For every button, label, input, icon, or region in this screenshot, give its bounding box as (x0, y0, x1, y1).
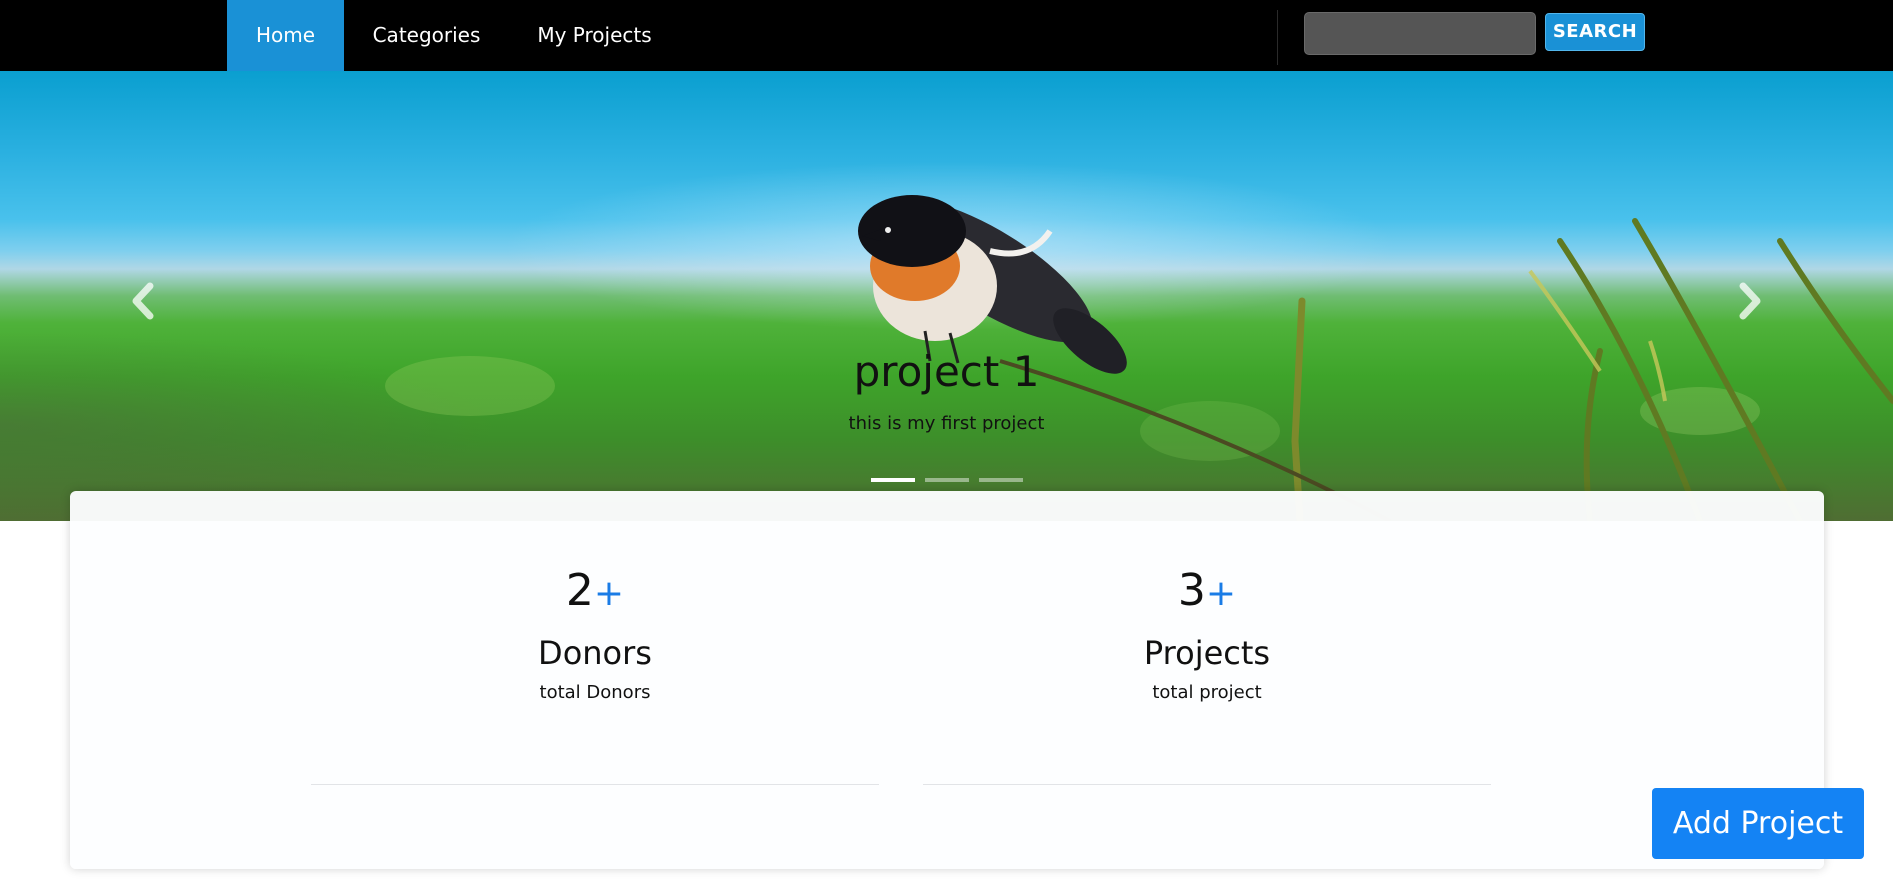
stat-projects: 3+ Projects total project (923, 566, 1491, 704)
stat-donors: 2+ Donors total Donors (311, 566, 879, 704)
chevron-left-icon (132, 282, 154, 320)
carousel-prev-button[interactable] (112, 271, 172, 331)
plus-icon: + (593, 573, 625, 614)
stat-donors-divider (311, 784, 879, 785)
search-button[interactable]: SEARCH (1545, 13, 1645, 51)
chevron-right-icon (1739, 282, 1761, 320)
nav-home[interactable]: Home (227, 0, 344, 71)
slide-title: project 1 (853, 347, 1040, 396)
stat-donors-subtitle: total Donors (539, 682, 651, 703)
stat-donors-title: Donors (538, 634, 652, 672)
nav-categories[interactable]: Categories (364, 0, 489, 71)
stat-projects-number: 3+ (923, 566, 1491, 616)
navbar-divider (1277, 10, 1278, 65)
add-project-button[interactable]: Add Project (1652, 788, 1864, 859)
nav-my-projects[interactable]: My Projects (527, 0, 662, 71)
slide-subtitle: this is my first project (848, 413, 1045, 434)
search-input[interactable] (1304, 12, 1536, 55)
stat-projects-value: 3 (1177, 565, 1206, 616)
hero-carousel: project 1 this is my first project (0, 71, 1893, 521)
stats-card: 2+ Donors total Donors 3+ Projects total… (70, 491, 1824, 869)
top-navbar: Home Categories My Projects SEARCH (0, 0, 1893, 71)
carousel-next-button[interactable] (1721, 271, 1781, 331)
slide-image (385, 195, 1893, 521)
carousel-indicator-3[interactable] (979, 478, 1023, 482)
stat-donors-number: 2+ (311, 566, 879, 616)
carousel-indicator-2[interactable] (925, 478, 969, 482)
stat-projects-title: Projects (1143, 634, 1271, 672)
stat-donors-value: 2 (565, 565, 594, 616)
stat-projects-subtitle: total project (1152, 682, 1262, 703)
stat-projects-divider (923, 784, 1491, 785)
carousel-indicator-1[interactable] (871, 478, 915, 482)
plus-icon: + (1205, 573, 1237, 614)
